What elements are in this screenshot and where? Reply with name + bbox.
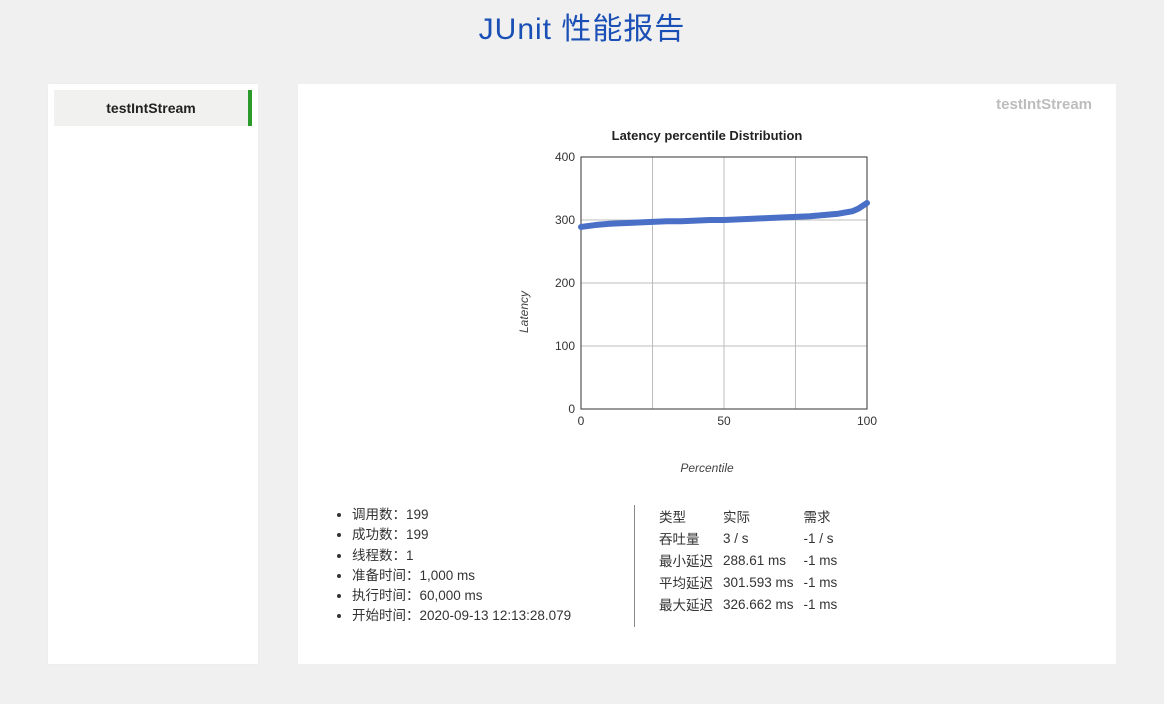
table-row: 平均延迟 301.593 ms -1 ms (659, 571, 847, 593)
summary-value: 1 (406, 548, 414, 563)
summary-list: 调用数：199 成功数：199 线程数：1 准备时间：1,000 ms 执行时间… (330, 505, 610, 627)
summary-value: 199 (406, 527, 429, 542)
body-row: testIntStream testIntStream Latency perc… (0, 64, 1164, 664)
page-title: JUnit 性能报告 (0, 4, 1164, 48)
table-cell: 最小延迟 (659, 549, 723, 571)
test-name-label: testIntStream (996, 96, 1092, 113)
list-item: 成功数：199 (352, 525, 610, 545)
page-header: JUnit 性能报告 (0, 0, 1164, 64)
svg-text:0: 0 (568, 402, 575, 416)
table-header: 需求 (804, 505, 848, 527)
svg-text:0: 0 (578, 414, 585, 428)
chart-box: Latency 0100200300400050100 Percentile (537, 149, 877, 475)
table-row: 类型 实际 需求 (659, 505, 847, 527)
svg-text:300: 300 (555, 213, 575, 227)
chart-wrap: Latency percentile Distribution Latency … (322, 128, 1092, 477)
stats-row: 调用数：199 成功数：199 线程数：1 准备时间：1,000 ms 执行时间… (322, 505, 1092, 627)
svg-text:50: 50 (717, 414, 731, 428)
summary-label: 线程数： (352, 548, 406, 563)
summary-label: 执行时间： (352, 588, 420, 603)
table-cell: -1 ms (804, 593, 848, 615)
table-cell: -1 ms (804, 571, 848, 593)
table-cell: 最大延迟 (659, 593, 723, 615)
summary-label: 开始时间： (352, 608, 420, 623)
table-cell: 288.61 ms (723, 549, 804, 571)
table-row: 最小延迟 288.61 ms -1 ms (659, 549, 847, 571)
latency-percentile-chart: 0 100 200 300 400 0 50 100 (537, 149, 877, 439)
summary-label: 成功数： (352, 527, 406, 542)
requirements-table-wrap: 类型 实际 需求 吞吐量 3 / s -1 / s 最小延迟 288.61 ms… (659, 505, 847, 627)
table-cell: 平均延迟 (659, 571, 723, 593)
table-cell: -1 / s (804, 527, 848, 549)
svg-text:100: 100 (857, 414, 877, 428)
table-header: 类型 (659, 505, 723, 527)
list-item: 线程数：1 (352, 546, 610, 566)
main-panel: testIntStream Latency percentile Distrib… (298, 84, 1116, 664)
requirements-table: 类型 实际 需求 吞吐量 3 / s -1 / s 最小延迟 288.61 ms… (659, 505, 847, 615)
table-cell: 3 / s (723, 527, 804, 549)
svg-text:100: 100 (555, 339, 575, 353)
summary-label: 准备时间： (352, 568, 420, 583)
table-cell: -1 ms (804, 549, 848, 571)
table-row: 最大延迟 326.662 ms -1 ms (659, 593, 847, 615)
table-header: 实际 (723, 505, 804, 527)
list-item: 执行时间：60,000 ms (352, 586, 610, 606)
table-row: 吞吐量 3 / s -1 / s (659, 527, 847, 549)
sidebar: testIntStream (48, 84, 258, 664)
sidebar-item-testintstream[interactable]: testIntStream (54, 90, 252, 126)
summary-label: 调用数： (352, 507, 406, 522)
table-cell: 吞吐量 (659, 527, 723, 549)
x-axis-label: Percentile (537, 461, 877, 475)
table-cell: 326.662 ms (723, 593, 804, 615)
summary-value: 199 (406, 507, 429, 522)
list-item: 调用数：199 (352, 505, 610, 525)
list-item: 准备时间：1,000 ms (352, 566, 610, 586)
divider (634, 505, 635, 627)
summary-value: 1,000 ms (420, 568, 476, 583)
table-cell: 301.593 ms (723, 571, 804, 593)
summary-value: 2020-09-13 12:13:28.079 (420, 608, 572, 623)
chart-title: Latency percentile Distribution (322, 128, 1092, 143)
list-item: 开始时间：2020-09-13 12:13:28.079 (352, 606, 610, 626)
svg-text:400: 400 (555, 150, 575, 164)
summary-value: 60,000 ms (420, 588, 483, 603)
svg-text:200: 200 (555, 276, 575, 290)
y-axis-label: Latency (517, 291, 531, 333)
